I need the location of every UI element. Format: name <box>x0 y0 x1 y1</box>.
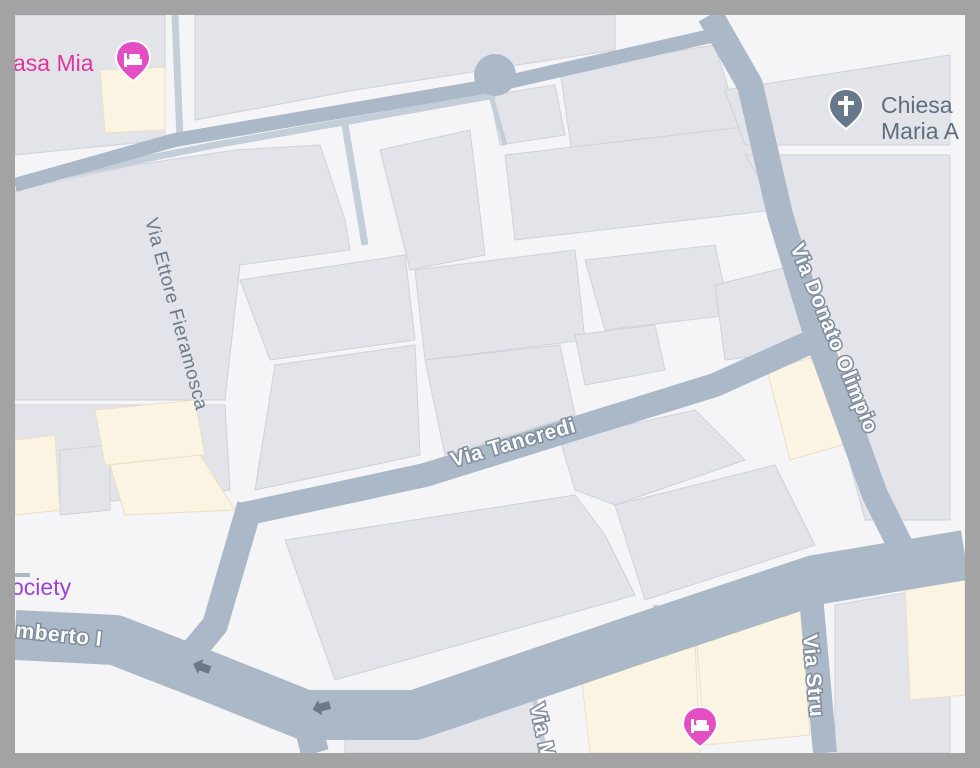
map-viewport[interactable]: Via Tancredi Via Donato Olimpio Via Etto… <box>15 15 965 753</box>
hotel-bed-icon[interactable] <box>681 705 719 749</box>
map-canvas[interactable]: Via Tancredi Via Donato Olimpio Via Etto… <box>15 15 965 753</box>
road-turnaround <box>474 54 516 96</box>
road-fieramosca-south <box>180 501 263 664</box>
road-bottom-spur <box>291 711 329 753</box>
church-cross-icon[interactable] <box>827 87 865 131</box>
poi-label-chiesa-line2[interactable]: Maria A <box>881 119 959 144</box>
poi-label-chiesa-line1[interactable]: Chiesa <box>881 93 953 118</box>
poi-label-casa-mia[interactable]: asa Mia <box>15 51 94 76</box>
hotel-bed-icon[interactable] <box>114 39 152 83</box>
poi-label-society[interactable]: ociety <box>15 575 71 600</box>
